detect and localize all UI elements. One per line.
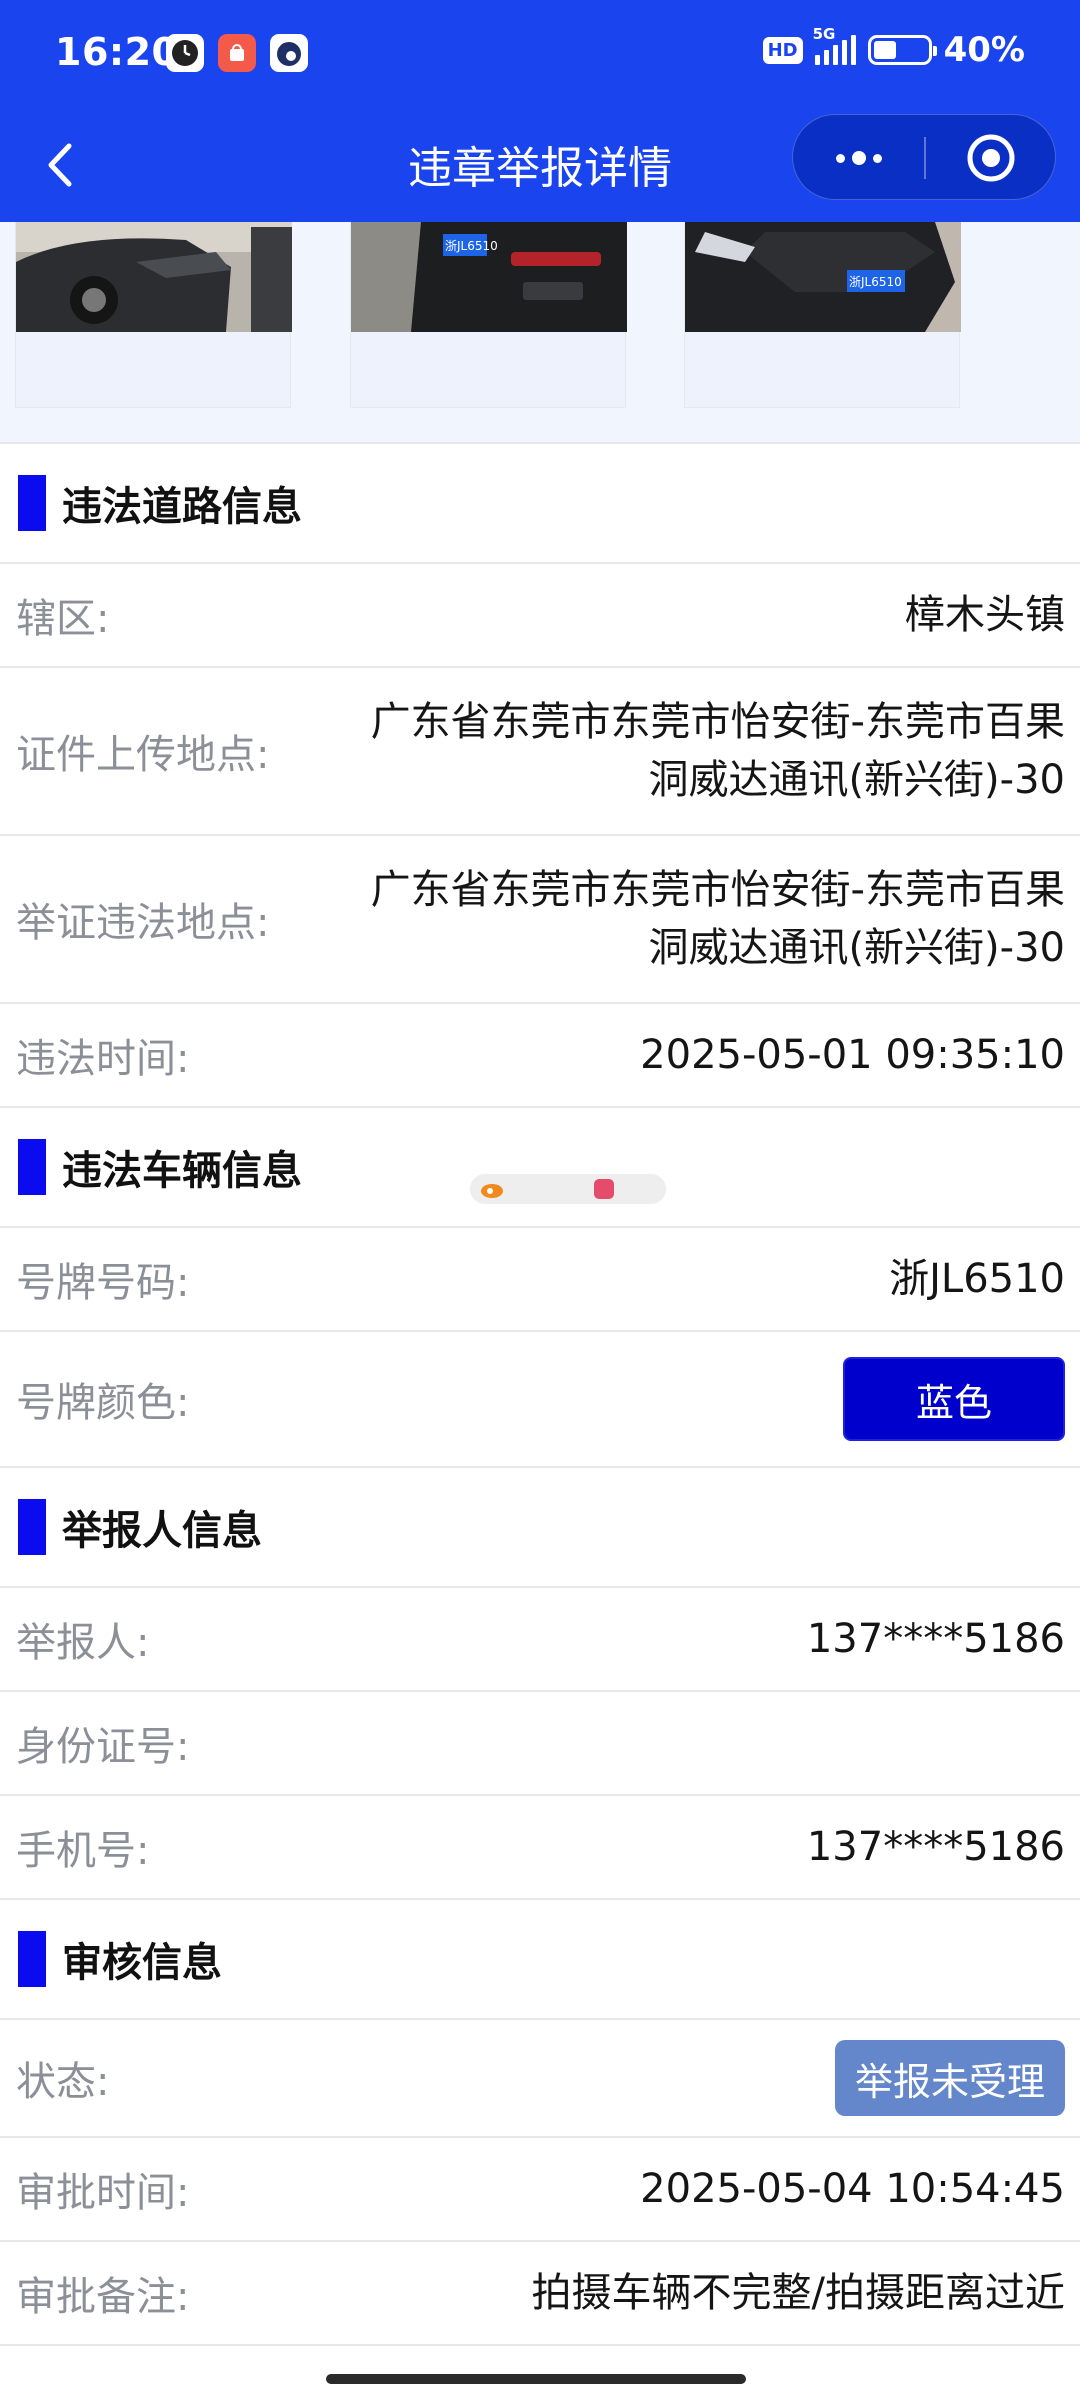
row-reporter: 举报人: 137****5186: [0, 1588, 1080, 1692]
section-road-info: 违法道路信息: [0, 444, 1080, 564]
notification-icons: [166, 34, 308, 72]
app-header: 16:20 HD 5G 40% 违章举报详情: [0, 0, 1080, 222]
evidence-photos: 浙JL6510 浙JL6510: [0, 222, 1080, 444]
section-vehicle-info: 违法车辆信息: [0, 1108, 1080, 1228]
upload-place-value: 广东省东莞市东莞市怡安街-东莞市百果洞威达通讯(新兴街)-30: [370, 699, 1065, 803]
field-label: 审批备注:: [16, 2274, 190, 2320]
section-reporter-info: 举报人信息: [0, 1468, 1080, 1588]
phone-value: 137****5186: [806, 1824, 1065, 1870]
target-icon: [967, 134, 1015, 182]
section-marker: [18, 1499, 46, 1555]
evidence-photo[interactable]: 浙JL6510: [351, 222, 627, 332]
section-marker: [18, 475, 46, 531]
close-miniprogram-button[interactable]: [925, 115, 1057, 201]
evidence-photo[interactable]: 浙JL6510: [685, 222, 961, 332]
shopping-app-icon: [218, 34, 256, 72]
field-label: 审批时间:: [16, 2170, 190, 2216]
field-label: 证件上传地点:: [16, 732, 270, 778]
watermark-logo: [470, 1174, 666, 1204]
review-time-value: 2025-05-04 10:54:45: [640, 2166, 1065, 2212]
weibo-icon: [481, 1184, 503, 1198]
status-right: HD 5G 40%: [762, 25, 1025, 70]
field-label: 手机号:: [16, 1828, 150, 1874]
field-label: 举报人:: [16, 1620, 150, 1666]
more-dot-icon: [873, 153, 882, 163]
field-label: 辖区:: [16, 596, 110, 642]
row-district: 辖区: 樟木头镇: [0, 564, 1080, 668]
plate-color-badge: 蓝色: [843, 1357, 1065, 1441]
row-status: 状态: 举报未受理: [0, 2020, 1080, 2138]
chat-app-icon: [270, 34, 308, 72]
section-title: 违法车辆信息: [62, 1148, 302, 1194]
photo-plate-text: 浙JL6510: [849, 275, 902, 289]
row-id-number: 身份证号:: [0, 1692, 1080, 1796]
app-logo-icon: [594, 1179, 614, 1199]
status-time: 16:20: [55, 30, 179, 74]
row-phone: 手机号: 137****5186: [0, 1796, 1080, 1900]
photo-plate-text: 浙JL6510: [445, 239, 498, 253]
field-label: 号牌颜色:: [16, 1380, 190, 1426]
reporter-value: 137****5186: [806, 1616, 1065, 1662]
battery-percent: 40%: [943, 30, 1025, 70]
network-type: 5G: [812, 25, 836, 43]
violation-time-value: 2025-05-01 09:35:10: [640, 1032, 1065, 1078]
row-review-time: 审批时间: 2025-05-04 10:54:45: [0, 2138, 1080, 2242]
section-title: 审核信息: [62, 1940, 222, 1986]
section-title: 违法道路信息: [62, 484, 302, 530]
row-violation-place: 举证违法地点: 广东省东莞市东莞市怡安街-东莞市百果洞威达通讯(新兴街)-30: [0, 836, 1080, 1004]
field-label: 号牌号码:: [16, 1260, 190, 1306]
more-dot-icon: [836, 153, 845, 163]
home-indicator[interactable]: [326, 2374, 746, 2384]
battery-icon: [867, 35, 937, 65]
more-dot-icon: [852, 151, 866, 165]
evidence-photo-card[interactable]: 浙JL6510: [684, 222, 961, 408]
signal-icon: 5G: [813, 25, 856, 65]
section-title: 举报人信息: [62, 1508, 262, 1554]
section-review-info: 审核信息: [0, 1900, 1080, 2020]
plate-number-value: 浙JL6510: [889, 1256, 1065, 1302]
evidence-photo-card[interactable]: 浙JL6510: [350, 222, 627, 408]
evidence-photo-card[interactable]: [15, 222, 292, 408]
field-label: 举证违法地点:: [16, 900, 270, 946]
row-violation-time: 违法时间: 2025-05-01 09:35:10: [0, 1004, 1080, 1108]
evidence-photo[interactable]: [16, 222, 292, 332]
clock-app-icon: [166, 34, 204, 72]
miniprogram-capsule: [792, 114, 1056, 200]
hd-badge: HD: [762, 36, 803, 64]
row-plate-color: 号牌颜色: 蓝色: [0, 1332, 1080, 1468]
gesture-bar: [0, 2352, 1080, 2400]
field-label: 状态:: [16, 2059, 110, 2105]
more-button[interactable]: [793, 115, 925, 201]
status-bar: 16:20 HD 5G 40%: [0, 0, 1080, 110]
row-review-note: 审批备注: 拍摄车辆不完整/拍摄距离过近: [0, 2242, 1080, 2346]
nav-bar: 违章举报详情: [0, 110, 1080, 222]
detail-content: 违法道路信息 辖区: 樟木头镇 证件上传地点: 广东省东莞市东莞市怡安街-东莞市…: [0, 444, 1080, 2346]
row-upload-place: 证件上传地点: 广东省东莞市东莞市怡安街-东莞市百果洞威达通讯(新兴街)-30: [0, 668, 1080, 836]
district-value: 樟木头镇: [905, 592, 1065, 638]
section-marker: [18, 1139, 46, 1195]
field-label: 违法时间:: [16, 1036, 190, 1082]
row-plate-number: 号牌号码: 浙JL6510: [0, 1228, 1080, 1332]
section-marker: [18, 1931, 46, 1987]
review-note-value: 拍摄车辆不完整/拍摄距离过近: [531, 2270, 1065, 2316]
field-label: 身份证号:: [16, 1724, 190, 1770]
status-badge: 举报未受理: [834, 2040, 1065, 2116]
violation-place-value: 广东省东莞市东莞市怡安街-东莞市百果洞威达通讯(新兴街)-30: [370, 867, 1065, 971]
